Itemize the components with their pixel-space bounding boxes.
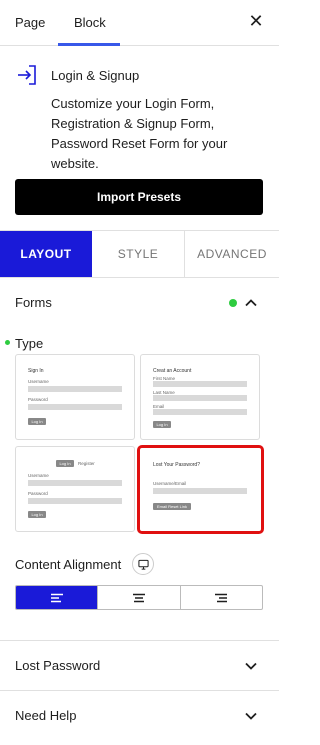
block-description: Customize your Login Form, Registration …	[51, 96, 228, 171]
template-create-account[interactable]: Creat an Account First Name Last Name Em…	[140, 354, 260, 440]
template-input	[28, 404, 122, 410]
status-dot	[229, 299, 237, 307]
content-alignment-label: Content Alignment	[15, 557, 122, 572]
template-field-label: Username/Email	[153, 481, 187, 486]
template-title: Sign In	[28, 368, 44, 374]
template-tabbed[interactable]: Log In Register Username Password Log In	[15, 446, 135, 532]
template-button: Log In	[28, 511, 46, 518]
template-button: Log In	[153, 421, 171, 428]
need-help-panel-toggle[interactable]: Need Help	[0, 691, 279, 741]
template-button: Email Reset Link	[153, 503, 191, 510]
align-right-icon	[215, 593, 228, 602]
template-field-label: Password	[28, 491, 48, 496]
chevron-up-icon	[245, 299, 257, 307]
template-signin[interactable]: Sign In Username Password Log In	[15, 354, 135, 440]
tab-block[interactable]: Block	[74, 15, 106, 30]
template-input	[28, 498, 122, 504]
settings-tabs: LAYOUT STYLE ADVANCED	[0, 230, 279, 278]
template-input	[28, 386, 122, 392]
align-center-icon	[132, 593, 145, 602]
block-title: Login & Signup	[51, 68, 140, 83]
align-right-button[interactable]	[181, 586, 262, 609]
template-field-label: Password	[28, 397, 48, 402]
template-title: Lost Your Password?	[153, 462, 200, 468]
template-title: Creat an Account	[153, 368, 192, 374]
type-label: Type	[15, 336, 44, 351]
login-arrow-icon	[18, 65, 36, 85]
status-dot	[5, 340, 10, 345]
template-input	[153, 409, 247, 415]
template-input	[153, 488, 247, 494]
chevron-down-icon	[245, 662, 257, 670]
need-help-panel-title: Need Help	[15, 708, 77, 723]
template-tab-login: Log In	[56, 460, 74, 467]
template-input	[153, 395, 247, 401]
template-lost-password[interactable]: Lost Your Password? Username/Email Email…	[137, 445, 264, 534]
sidebar-header-tabs: Page Block ✕	[0, 0, 279, 46]
align-left-icon	[50, 593, 63, 602]
template-field-label: Username	[28, 379, 49, 384]
tab-layout[interactable]: LAYOUT	[0, 231, 92, 277]
template-tab-register: Register	[78, 461, 95, 466]
chevron-down-icon	[245, 712, 257, 720]
template-input	[153, 381, 247, 387]
template-field-label: Username	[28, 473, 49, 478]
close-icon[interactable]: ✕	[246, 11, 266, 31]
lost-password-panel-title: Lost Password	[15, 658, 101, 673]
align-center-button[interactable]	[98, 586, 181, 609]
forms-panel-toggle[interactable]: Forms	[0, 278, 279, 328]
align-left-button[interactable]	[16, 586, 99, 609]
import-presets-button[interactable]: Import Presets	[15, 179, 263, 215]
tab-page[interactable]: Page	[15, 15, 45, 30]
template-button: Log In	[28, 418, 46, 425]
forms-panel-title: Forms	[15, 295, 52, 310]
active-tab-indicator	[58, 43, 120, 46]
monitor-icon[interactable]	[132, 553, 154, 575]
content-alignment-control	[15, 585, 263, 610]
tab-style[interactable]: STYLE	[92, 231, 185, 277]
lost-password-panel-toggle[interactable]: Lost Password	[0, 641, 279, 691]
tab-advanced[interactable]: ADVANCED	[185, 231, 279, 277]
template-input	[28, 480, 122, 486]
